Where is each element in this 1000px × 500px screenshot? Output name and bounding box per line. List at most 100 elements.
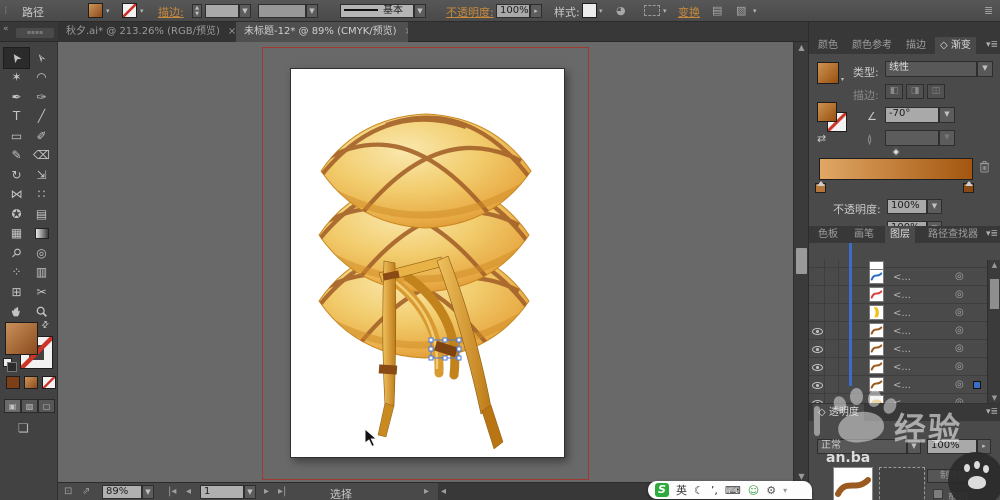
layer-thumbnail[interactable] <box>869 305 884 320</box>
make-mask-button[interactable]: 制作蒙版 <box>927 469 989 483</box>
brush-definition-select[interactable]: 基本 <box>340 4 414 18</box>
distribute-caret[interactable]: ▾ <box>753 7 757 15</box>
layer-label[interactable]: <... <box>893 344 911 355</box>
tab-gradient[interactable]: ◇ 渐变 <box>935 37 976 54</box>
default-fill-stroke-icon[interactable] <box>3 358 17 372</box>
artboard-number-input[interactable]: 1 <box>200 485 244 499</box>
layer-lock-toggle[interactable] <box>825 340 839 358</box>
close-tab-icon[interactable]: × <box>228 26 236 37</box>
stroke-weight-input[interactable] <box>205 4 239 18</box>
layer-lock-toggle[interactable] <box>825 394 839 403</box>
layers-scroll-thumb[interactable] <box>990 279 999 309</box>
stroke-color-swatch[interactable] <box>122 3 137 18</box>
tab-layers[interactable]: 图层 <box>885 226 915 243</box>
layer-thumbnail[interactable] <box>869 341 884 356</box>
symbol-sprayer-tool[interactable]: ⁘ <box>4 263 29 283</box>
gradient-tool[interactable] <box>29 224 54 244</box>
lasso-tool[interactable]: ◠ <box>29 68 54 88</box>
layer-visibility-toggle[interactable] <box>809 376 825 394</box>
soft-keyboard-icon[interactable]: ⌨ <box>725 484 741 497</box>
gradient-swatch[interactable] <box>817 62 839 84</box>
first-artboard-icon[interactable]: |◂ <box>168 486 176 497</box>
stroke-weight-stepper[interactable]: ▲ ▼ <box>192 4 202 18</box>
layer-visibility-toggle[interactable] <box>809 322 825 340</box>
status-icon-1[interactable]: ⊡ <box>64 486 72 497</box>
layer-visibility-toggle[interactable] <box>809 268 825 286</box>
tab-swatches[interactable]: 色板 <box>813 226 843 243</box>
layer-visibility-toggle[interactable] <box>809 304 825 322</box>
panel-menu-icon[interactable]: ≣ <box>984 4 993 17</box>
mesh-tool[interactable]: ▦ <box>4 224 29 244</box>
stroke-gradient-across-icon[interactable]: ◫ <box>927 84 945 99</box>
user-icon[interactable]: ☺ <box>748 484 759 497</box>
object-thumbnail[interactable] <box>833 467 873 500</box>
transform-link[interactable]: 变换 <box>678 4 700 20</box>
layer-row[interactable]: <... ◎ <box>809 304 1000 322</box>
select-similar-caret[interactable]: ▾ <box>663 7 667 15</box>
vertical-scrollbar[interactable]: ▲ ▼ <box>793 42 808 482</box>
align-icon[interactable]: ▤ <box>712 4 722 17</box>
document-tab-inactive[interactable]: 秋夕.ai* @ 213.26% (RGB/预览) × <box>58 22 236 42</box>
pencil-tool[interactable]: ✎ <box>4 146 29 166</box>
gradient-slider-bar[interactable] <box>819 158 973 180</box>
layer-visibility-toggle[interactable] <box>809 394 825 403</box>
rotate-tool[interactable]: ↻ <box>4 165 29 185</box>
layer-thumbnail[interactable] <box>869 323 884 338</box>
layer-thumbnail[interactable] <box>869 359 884 374</box>
layer-target-icon[interactable]: ◎ <box>955 343 964 354</box>
sogou-logo-icon[interactable]: S <box>655 483 669 497</box>
blend-mode-select[interactable]: 正常 <box>817 439 907 454</box>
layer-target-icon[interactable]: ◎ <box>955 379 964 390</box>
zoom-tool[interactable] <box>29 302 54 322</box>
none-button[interactable] <box>42 376 56 389</box>
opacity-caret[interactable]: ▸ <box>530 4 542 18</box>
fullhalf-moon-icon[interactable]: ☾ <box>694 484 704 497</box>
layer-target-icon[interactable]: ◎ <box>955 325 964 336</box>
layer-label[interactable]: <... <box>893 272 911 283</box>
zoom-level-input[interactable]: 89% <box>102 485 142 499</box>
gradient-button[interactable] <box>24 376 38 389</box>
scale-tool[interactable]: ⇲ <box>29 165 54 185</box>
gradient-angle-caret[interactable]: ▼ <box>939 107 955 123</box>
export-icon[interactable]: ⇗ <box>82 486 90 497</box>
tab-stroke[interactable]: 描边 <box>901 37 931 54</box>
fill-proxy-swatch[interactable] <box>5 322 38 355</box>
gradient-type-caret[interactable]: ▼ <box>977 61 993 77</box>
eyedropper-tool[interactable]: ⚲ <box>4 243 29 263</box>
perspective-grid-tool[interactable]: ▤ <box>29 204 54 224</box>
draw-behind-button[interactable]: ▨ <box>21 399 38 413</box>
gradient-opacity-input[interactable]: 100% <box>887 199 927 214</box>
last-artboard-icon[interactable]: ▸| <box>278 486 286 497</box>
layer-label[interactable]: <... <box>893 308 911 319</box>
layer-row[interactable]: <... ◎ <box>809 268 1000 286</box>
select-similar-icon[interactable] <box>644 5 660 16</box>
layer-visibility-toggle[interactable] <box>809 340 825 358</box>
recolor-artwork-icon[interactable]: ◕ <box>616 4 626 17</box>
width-profile-select[interactable] <box>258 4 306 18</box>
slice-tool[interactable]: ✂ <box>29 282 54 302</box>
punctuation-icon[interactable]: ’, <box>711 484 718 497</box>
layer-lock-toggle[interactable] <box>825 268 839 286</box>
style-caret-icon[interactable]: ▾ <box>599 7 603 15</box>
expand-caret-icon[interactable]: ▾ <box>783 486 787 495</box>
stroke-caret-icon[interactable]: ▾ <box>140 7 144 15</box>
canvas-area[interactable]: ▲ ▼ <box>58 42 808 482</box>
type-tool[interactable]: T <box>4 107 29 127</box>
eraser-tool[interactable]: ⌫ <box>29 146 54 166</box>
gradient-swatch-caret[interactable]: ▾ <box>841 76 844 83</box>
layer-row[interactable]: <... ◎ <box>809 340 1000 358</box>
direct-selection-tool[interactable]: ➣ <box>29 48 54 68</box>
gradient-type-select[interactable]: 线性 <box>885 61 977 77</box>
gradient-opacity-caret[interactable]: ▼ <box>927 199 942 214</box>
tab-color-guide[interactable]: 颜色参考 <box>847 37 897 54</box>
panel-menu-icon[interactable]: ▾≣ <box>986 229 998 239</box>
layer-label[interactable]: <... <box>893 326 911 337</box>
layer-lock-toggle[interactable] <box>825 286 839 304</box>
width-profile-caret[interactable]: ▼ <box>306 4 318 18</box>
collapse-tools-icon[interactable]: « <box>3 24 9 34</box>
layer-row[interactable]: <... ◎ <box>809 358 1000 376</box>
transparency-opacity-caret[interactable]: ▸ <box>977 439 991 454</box>
layer-target-icon[interactable]: ◎ <box>955 361 964 372</box>
draw-normal-button[interactable]: ▣ <box>4 399 21 413</box>
tab-color[interactable]: 颜色 <box>813 37 843 54</box>
